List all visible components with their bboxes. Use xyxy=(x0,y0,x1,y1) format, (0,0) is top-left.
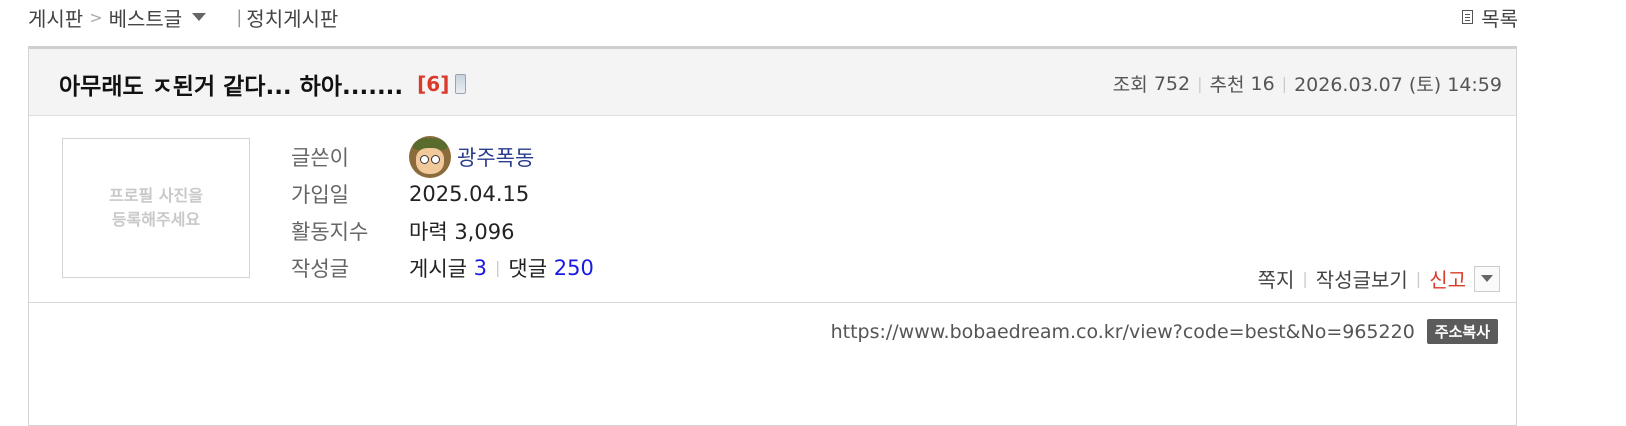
author-info: 글쓴이 광주폭동 가입일 2025.04.15 활동지수 마력 3,096 작성… xyxy=(291,135,594,286)
writer-row: 글쓴이 광주폭동 xyxy=(291,135,594,178)
more-dropdown-button[interactable] xyxy=(1474,265,1500,292)
comments-prefix: 댓글 xyxy=(508,256,548,281)
post-url: https://www.bobaedream.co.kr/view?code=b… xyxy=(830,320,1415,343)
writer-value: 광주폭동 xyxy=(409,135,534,178)
comment-count[interactable]: [6] xyxy=(417,72,449,96)
posts-count[interactable]: 3 xyxy=(474,256,487,280)
photo-placeholder-line1: 프로필 사진을 xyxy=(109,186,203,205)
author-actions: 쪽지 | 작성글보기 | 신고 xyxy=(1258,264,1500,293)
posts-row: 작성글 게시글 3 | 댓글 250 xyxy=(291,249,594,286)
posts-prefix: 게시글 xyxy=(409,256,467,281)
list-button[interactable]: 목록 xyxy=(1462,4,1518,31)
views-count: 752 xyxy=(1153,72,1191,95)
mobile-phone-icon xyxy=(455,74,467,94)
report-link[interactable]: 신고 xyxy=(1429,264,1466,293)
list-doc-icon xyxy=(1462,10,1474,24)
writer-nickname[interactable]: 광주폭동 xyxy=(457,142,534,172)
post-url-row: https://www.bobaedream.co.kr/view?code=b… xyxy=(831,319,1498,344)
breadcrumb-sub-board[interactable]: 정치게시판 xyxy=(246,3,338,32)
posts-divider: | xyxy=(495,258,501,277)
article: 아무래도 ㅈ된거 같다... 하아....... [6] 조회 752 | 추천… xyxy=(28,46,1517,426)
post-title-wrap: 아무래도 ㅈ된거 같다... 하아....... [6] xyxy=(59,67,467,101)
joined-row: 가입일 2025.04.15 xyxy=(291,175,594,212)
breadcrumb-separator: > xyxy=(89,7,103,27)
activity-label: 활동지수 xyxy=(291,219,369,244)
avatar-icon[interactable] xyxy=(409,135,451,178)
joined-date: 2025.04.15 xyxy=(409,181,530,206)
author-profile: 프로필 사진을 등록해주세요 글쓴이 광주폭동 가입일 2025.04.15 활… xyxy=(29,116,1516,303)
copy-url-button[interactable]: 주소복사 xyxy=(1426,319,1498,344)
message-link[interactable]: 쪽지 xyxy=(1258,264,1295,293)
post-meta: 조회 752 | 추천 16 | 2026.03.07 (토) 14:59 xyxy=(1113,70,1502,97)
comments-count[interactable]: 250 xyxy=(554,256,594,280)
recommend-label: 추천 xyxy=(1209,74,1245,96)
view-posts-link[interactable]: 작성글보기 xyxy=(1316,264,1408,293)
title-bar: 아무래도 ㅈ된거 같다... 하아....... [6] 조회 752 | 추천… xyxy=(29,49,1516,116)
meta-divider: | xyxy=(1281,74,1288,93)
actions-divider: | xyxy=(1415,269,1422,288)
meta-divider: | xyxy=(1197,74,1203,93)
list-label: 목록 xyxy=(1481,6,1518,31)
activity-value: 마력 3,096 xyxy=(409,219,515,244)
posts-value: 게시글 3 | 댓글 250 xyxy=(409,253,594,283)
activity-row: 활동지수 마력 3,096 xyxy=(291,212,594,249)
post-title: 아무래도 ㅈ된거 같다... 하아....... xyxy=(59,74,404,100)
writer-label: 글쓴이 xyxy=(291,145,349,170)
breadcrumb-divider: | xyxy=(236,6,243,28)
dropdown-triangle-icon[interactable] xyxy=(192,13,207,21)
breadcrumb-board[interactable]: 게시판 xyxy=(28,3,83,32)
breadcrumb-category[interactable]: 베스트글 xyxy=(109,3,183,32)
photo-placeholder-line2: 등록해주세요 xyxy=(111,210,201,229)
views-label: 조회 xyxy=(1112,74,1148,96)
breadcrumb: 게시판 > 베스트글 | 정치게시판 xyxy=(28,3,338,32)
post-datetime: 2026.03.07 (토) 14:59 xyxy=(1294,74,1502,96)
posts-label: 작성글 xyxy=(291,256,349,281)
profile-photo-placeholder: 프로필 사진을 등록해주세요 xyxy=(62,138,250,278)
recommend-count: 16 xyxy=(1250,72,1275,95)
chevron-down-icon xyxy=(1481,275,1493,282)
actions-divider: | xyxy=(1302,269,1308,288)
joined-label: 가입일 xyxy=(291,182,349,207)
